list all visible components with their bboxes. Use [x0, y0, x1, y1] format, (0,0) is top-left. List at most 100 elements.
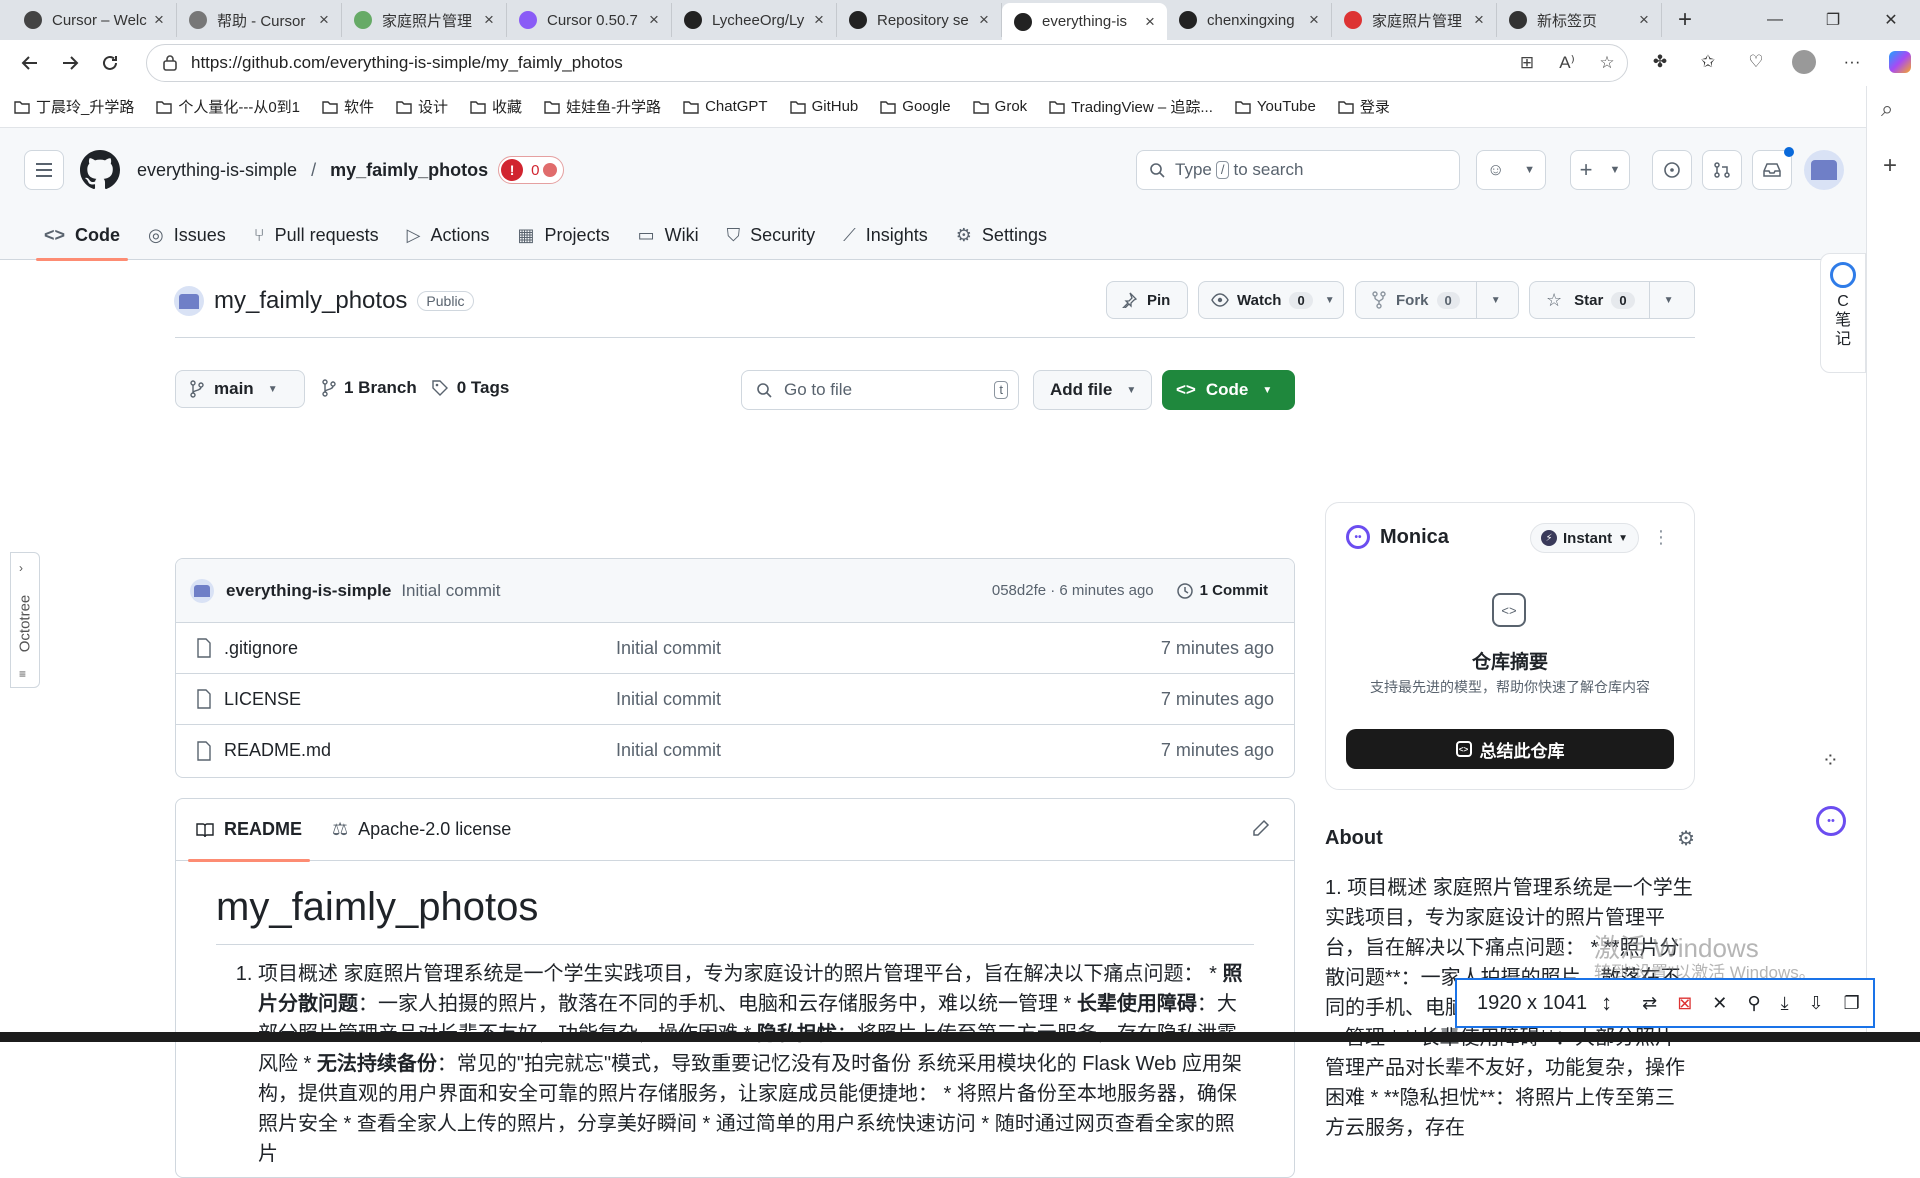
summarize-repo-button[interactable]: <> 总结此仓库 — [1346, 729, 1674, 769]
favorites-icon[interactable]: ✩ — [1688, 44, 1728, 80]
new-tab-button[interactable]: + — [1668, 3, 1702, 37]
branch-selector[interactable]: main ▼ — [175, 370, 305, 408]
file-name[interactable]: README.md — [224, 740, 331, 761]
tab-settings[interactable]: ⚙ Settings — [942, 210, 1061, 260]
back-button[interactable] — [10, 45, 50, 81]
settings-more-icon[interactable]: ··· — [1832, 44, 1872, 80]
swap-icon[interactable]: ⇄ — [1642, 993, 1657, 1014]
discard-icon[interactable]: ⊠ — [1677, 993, 1692, 1014]
browser-tab[interactable]: Cursor – Welc × — [12, 3, 177, 37]
octotree-tab[interactable]: › Octotree ≡ — [10, 552, 40, 688]
pin-button[interactable]: Pin — [1106, 281, 1188, 319]
user-avatar[interactable] — [1804, 150, 1844, 190]
site-info-icon[interactable] — [161, 54, 179, 72]
tab-insights[interactable]: ⟋ Insights — [829, 210, 942, 260]
browser-tab[interactable]: 帮助 - Cursor × — [177, 3, 342, 37]
tab-code[interactable]: <> Code — [30, 210, 134, 261]
close-tab-icon[interactable]: × — [315, 11, 333, 29]
tab-actions[interactable]: ▷ Actions — [393, 210, 504, 260]
apps-grid-icon[interactable]: ⁘ — [1822, 748, 1839, 773]
close-tab-icon[interactable]: × — [1305, 11, 1323, 29]
browser-tab[interactable]: LycheeOrg/Ly × — [672, 3, 837, 37]
code-button[interactable]: <> Code ▼ — [1162, 370, 1295, 410]
hamburger-menu-button[interactable] — [24, 150, 64, 190]
bookmark-item[interactable]: GitHub — [789, 98, 858, 115]
repo-name[interactable]: my_faimly_photos — [214, 287, 407, 315]
file-name[interactable]: LICENSE — [224, 689, 301, 710]
browser-essentials-icon[interactable]: ♡ — [1736, 44, 1776, 80]
owner-link[interactable]: everything-is-simple — [137, 160, 297, 181]
tab-pull-requests[interactable]: ⑂ Pull requests — [240, 210, 393, 260]
commit-message[interactable]: Initial commit — [401, 581, 992, 601]
browser-tab[interactable]: chenxingxing × — [1167, 3, 1332, 37]
copilot-button[interactable]: ☺ ▼ — [1476, 150, 1546, 190]
copilot-icon[interactable] — [1880, 44, 1920, 80]
tab-issues[interactable]: ◎ Issues — [134, 210, 240, 260]
file-name[interactable]: .gitignore — [224, 638, 298, 659]
browser-tab[interactable]: 家庭照片管理 × — [342, 3, 507, 37]
issues-button[interactable] — [1652, 150, 1692, 190]
file-row[interactable]: LICENSE Initial commit 7 minutes ago — [176, 674, 1294, 725]
close-tab-icon[interactable]: × — [480, 11, 498, 29]
close-window-button[interactable]: ✕ — [1862, 0, 1920, 40]
resize-icon[interactable]: ↕ — [1601, 990, 1612, 1016]
more-options-icon[interactable]: ⋮ — [1652, 527, 1670, 548]
repo-link[interactable]: my_faimly_photos — [330, 160, 488, 181]
bookmark-item[interactable]: 娃娃鱼-升学路 — [544, 96, 661, 117]
app-available-icon[interactable]: ⊞ — [1507, 53, 1547, 73]
tab-projects[interactable]: ▦ Projects — [504, 210, 624, 260]
address-bar[interactable]: https://github.com/everything-is-simple/… — [146, 44, 1628, 82]
bookmark-item[interactable]: 登录 — [1338, 96, 1390, 117]
fork-button[interactable]: Fork 0 ▼ — [1355, 281, 1519, 319]
bookmark-item[interactable]: TradingView – 追踪... — [1049, 96, 1213, 117]
close-tab-icon[interactable]: × — [1635, 11, 1653, 29]
close-tab-icon[interactable]: × — [150, 11, 168, 29]
forward-button[interactable] — [50, 45, 90, 81]
save-icon[interactable]: ⇩ — [1809, 993, 1824, 1014]
read-aloud-icon[interactable]: A⁾ — [1547, 53, 1587, 73]
pin-icon[interactable]: ⚲ — [1747, 993, 1760, 1014]
branches-link[interactable]: 1 Branch — [344, 378, 417, 398]
tab-security[interactable]: ⛉ Security — [713, 210, 830, 260]
browser-tab[interactable]: 新标签页 × — [1497, 3, 1662, 37]
bookmark-item[interactable]: 软件 — [322, 96, 374, 117]
browser-tab[interactable]: Cursor 0.50.7 × — [507, 3, 672, 37]
add-file-button[interactable]: Add file ▼ — [1033, 370, 1152, 410]
star-button[interactable]: ☆ Star 0 ▼ — [1529, 281, 1695, 319]
monica-float-icon[interactable]: •• — [1816, 806, 1846, 836]
bookmark-item[interactable]: ChatGPT — [683, 98, 768, 115]
profile-avatar[interactable] — [1784, 44, 1824, 80]
bookmark-item[interactable]: Google — [880, 98, 951, 115]
browser-tab[interactable]: Repository se × — [837, 3, 1002, 37]
file-row[interactable]: README.md Initial commit 7 minutes ago — [176, 725, 1294, 776]
bookmark-item[interactable]: 丁晨玲_升学路 — [14, 96, 134, 117]
bookmark-item[interactable]: 设计 — [396, 96, 448, 117]
close-tab-icon[interactable]: × — [645, 11, 663, 29]
bookmark-item[interactable]: 收藏 — [470, 96, 522, 117]
commit-author[interactable]: everything-is-simple — [226, 581, 391, 601]
minimize-button[interactable]: — — [1746, 0, 1804, 40]
download-icon[interactable]: ⤓ — [1781, 993, 1789, 1014]
close-tab-icon[interactable]: × — [1470, 11, 1488, 29]
close-tab-icon[interactable]: × — [975, 11, 993, 29]
maximize-button[interactable]: ❐ — [1804, 0, 1862, 40]
close-tab-icon[interactable]: × — [1141, 12, 1159, 31]
gear-icon[interactable]: ⚙ — [1677, 826, 1695, 851]
file-commit-message[interactable]: Initial commit — [616, 638, 1161, 659]
tags-link[interactable]: 0 Tags — [457, 378, 510, 398]
note-widget[interactable]: C 笔 记 — [1820, 253, 1866, 373]
edit-pencil-icon[interactable] — [1252, 819, 1270, 837]
commit-hash[interactable]: 058d2fe · 6 minutes ago — [992, 582, 1154, 599]
bookmark-item[interactable]: Grok — [972, 98, 1027, 115]
sidebar-search-icon[interactable]: ⌕ — [1881, 96, 1893, 122]
tab-license[interactable]: ⚖ Apache-2.0 license — [332, 819, 511, 840]
bookmark-item[interactable]: YouTube — [1235, 98, 1316, 115]
goto-file-input[interactable]: Go to file t — [741, 370, 1019, 410]
bookmark-item[interactable]: 个人量化---从0到1 — [156, 96, 300, 117]
tab-wiki[interactable]: ▭ Wiki — [624, 210, 713, 260]
extensions-icon[interactable]: ✤ — [1640, 44, 1680, 80]
mode-selector[interactable]: ⚡ Instant ▼ — [1530, 523, 1640, 553]
close-icon[interactable]: ✕ — [1712, 993, 1727, 1014]
file-row[interactable]: .gitignore Initial commit 7 minutes ago — [176, 623, 1294, 674]
file-commit-message[interactable]: Initial commit — [616, 689, 1161, 710]
